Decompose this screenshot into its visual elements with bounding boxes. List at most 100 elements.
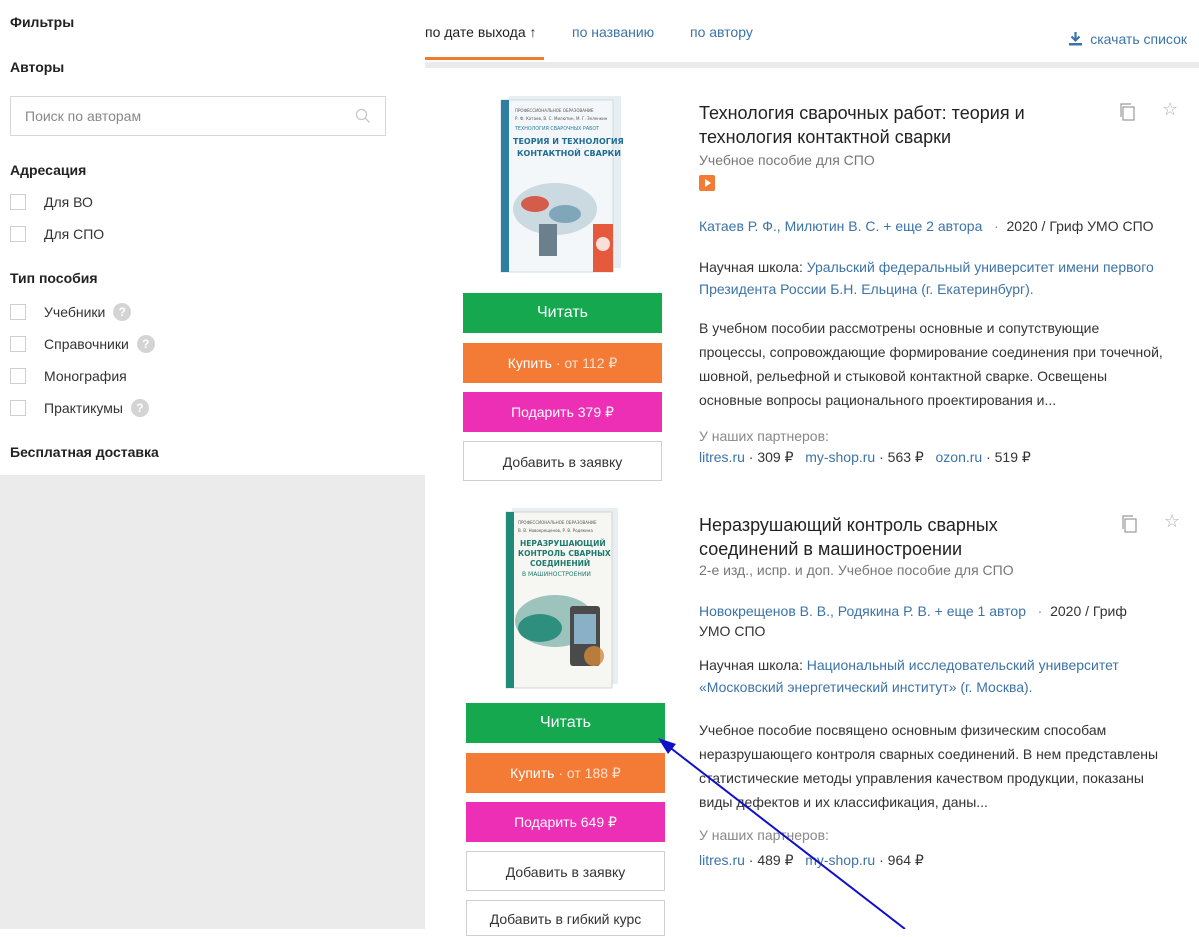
option-label: Справочники <box>44 336 129 352</box>
author-search-box[interactable] <box>10 96 386 136</box>
authors-link[interactable]: Катаев Р. Ф., Милютин В. С. <box>699 218 879 234</box>
partner-link[interactable]: litres.ru <box>699 852 745 868</box>
filter-option-monograph[interactable]: Монография <box>10 364 127 388</box>
sort-by-title[interactable]: по названию <box>572 24 654 40</box>
partner-price: · 563 ₽ <box>879 449 924 465</box>
help-icon[interactable]: ? <box>136 335 155 353</box>
partners-list: litres.ru · 309 ₽ my-shop.ru · 563 ₽ ozo… <box>699 449 1031 466</box>
buy-button[interactable]: Купить · от 188 ₽ <box>466 753 665 793</box>
book-grif: / Гриф УМО СПО <box>1041 218 1154 234</box>
cover-big-title: ТЕОРИЯ И ТЕХНОЛОГИЯ <box>513 137 624 146</box>
help-icon[interactable]: ? <box>113 303 132 321</box>
checkbox[interactable] <box>10 304 26 320</box>
gift-button[interactable]: Подарить 379 ₽ <box>463 392 662 432</box>
cover-series: ПРОФЕССИОНАЛЬНОЕ ОБРАЗОВАНИЕ <box>515 108 594 113</box>
delivery-heading: Бесплатная доставка <box>10 444 159 460</box>
partner-link[interactable]: my-shop.ru <box>805 449 875 465</box>
search-icon[interactable] <box>355 108 371 124</box>
partner-link[interactable]: litres.ru <box>699 449 745 465</box>
add-to-request-button[interactable]: Добавить в заявку <box>463 441 662 481</box>
partner-price: · 489 ₽ <box>748 852 794 868</box>
sort-by-author[interactable]: по автору <box>690 24 753 40</box>
addressing-heading: Адресация <box>10 162 87 178</box>
buy-button[interactable]: Купить · от 112 ₽ <box>463 343 662 383</box>
star-icon[interactable]: ☆ <box>1162 99 1178 120</box>
school-label: Научная школа: <box>699 259 803 275</box>
book-cover-2[interactable]: ПРОФЕССИОНАЛЬНОЕ ОБРАЗОВАНИЕ В. В. Новок… <box>500 506 624 690</box>
book-grif: / Гриф <box>1085 603 1127 619</box>
partners-list: litres.ru · 489 ₽ my-shop.ru · 964 ₽ <box>699 852 924 869</box>
authors-heading: Авторы <box>10 59 65 75</box>
copy-icon[interactable] <box>1121 515 1137 533</box>
help-icon[interactable]: ? <box>130 399 149 417</box>
scientific-school: Научная школа: Уральский федеральный уни… <box>699 256 1189 300</box>
buy-label: Купить <box>507 355 552 371</box>
separator: · <box>994 218 999 234</box>
page-background <box>0 475 425 929</box>
read-button[interactable]: Читать <box>463 293 662 333</box>
book-authors-line: Новокрещенов В. В., Родякина Р. В. + еще… <box>699 600 1189 622</box>
download-icon <box>1069 32 1083 46</box>
filters-title: Фильтры <box>10 14 75 30</box>
filter-option-practicum[interactable]: Практикумы ? <box>10 396 149 420</box>
book-title[interactable]: Технология сварочных работ: теория и тех… <box>699 101 1069 149</box>
buy-price: · от 188 ₽ <box>558 765 621 781</box>
filter-option-reference[interactable]: Справочники ? <box>10 332 155 356</box>
filter-option-vo[interactable]: Для ВО <box>10 190 93 214</box>
checkbox[interactable] <box>10 194 26 210</box>
option-label: Для ВО <box>44 194 93 210</box>
book-year: 2020 <box>1006 218 1038 234</box>
type-heading: Тип пособия <box>10 270 98 286</box>
more-authors-link[interactable]: + еще 1 автор <box>935 603 1026 619</box>
read-button[interactable]: Читать <box>466 703 665 743</box>
cover-authors: В. В. Новокрещенов, Р. В. Родякина <box>518 528 593 533</box>
book-description: Учебное пособие посвящено основным физич… <box>699 722 1159 810</box>
book-description: В учебном пособии рассмотрены основные и… <box>699 320 1163 408</box>
school-label: Научная школа: <box>699 657 803 673</box>
add-to-request-button[interactable]: Добавить в заявку <box>466 851 665 891</box>
copy-icon[interactable] <box>1119 103 1135 121</box>
partner-link[interactable]: my-shop.ru <box>805 852 875 868</box>
filter-option-spo[interactable]: Для СПО <box>10 222 104 246</box>
cover-big-title-4: В МАШИНОСТРОЕНИИ <box>522 571 591 578</box>
book-cover-1[interactable]: ПРОФЕССИОНАЛЬНОЕ ОБРАЗОВАНИЕ Р. Ф. Катае… <box>495 94 629 274</box>
divider <box>425 62 1199 68</box>
partner-price: · 309 ₽ <box>748 449 794 465</box>
checkbox[interactable] <box>10 368 26 384</box>
book-grif-continued: УМО СПО <box>699 623 766 639</box>
cover-big-title: НЕРАЗРУШАЮЩИЙ <box>520 539 606 548</box>
option-label: Для СПО <box>44 226 105 242</box>
partner-price: · 964 ₽ <box>879 852 924 868</box>
option-label: Практикумы <box>44 400 123 416</box>
checkbox[interactable] <box>10 336 26 352</box>
filter-option-textbooks[interactable]: Учебники ? <box>10 300 132 324</box>
cover-series: ПРОФЕССИОНАЛЬНОЕ ОБРАЗОВАНИЕ <box>518 520 597 525</box>
cover-big-title-2: КОНТРОЛЬ СВАРНЫХ <box>518 549 611 558</box>
book-authors-line: Катаев Р. Ф., Милютин В. С. + еще 2 авто… <box>699 215 1189 237</box>
book-title[interactable]: Неразрушающий контроль сварных соединени… <box>699 513 1069 561</box>
gift-button[interactable]: Подарить 649 ₽ <box>466 802 665 842</box>
checkbox[interactable] <box>10 226 26 242</box>
more-authors-link[interactable]: + еще 2 автора <box>883 218 982 234</box>
add-to-course-button[interactable]: Добавить в гибкий курс <box>466 900 665 936</box>
star-icon[interactable]: ☆ <box>1164 511 1180 532</box>
checkbox[interactable] <box>10 400 26 416</box>
play-icon[interactable] <box>699 175 715 191</box>
buy-price: · от 112 ₽ <box>555 355 618 371</box>
author-search-input[interactable] <box>11 97 355 135</box>
partners-label: У наших партнеров: <box>699 428 829 444</box>
partner-price: · 519 ₽ <box>986 449 1031 465</box>
option-label: Монография <box>44 368 127 384</box>
download-label: скачать список <box>1090 31 1187 47</box>
cover-authors: Р. Ф. Катаев, В. С. Милютин, М. Г. Зелен… <box>515 116 608 121</box>
book-year: 2020 <box>1050 603 1082 619</box>
authors-link[interactable]: Новокрещенов В. В., Родякина Р. В. <box>699 603 931 619</box>
active-sort-indicator <box>425 57 544 60</box>
cover-big-title-3: СОЕДИНЕНИЙ <box>530 559 590 568</box>
partner-link[interactable]: ozon.ru <box>936 449 983 465</box>
scientific-school: Научная школа: Национальный исследовател… <box>699 654 1189 698</box>
cover-small-title: ТЕХНОЛОГИЯ СВАРОЧНЫХ РАБОТ <box>514 126 599 132</box>
download-list-link[interactable]: скачать список <box>1069 31 1187 47</box>
buy-label: Купить <box>510 765 555 781</box>
sort-by-date[interactable]: по дате выхода ↑ <box>425 24 537 40</box>
